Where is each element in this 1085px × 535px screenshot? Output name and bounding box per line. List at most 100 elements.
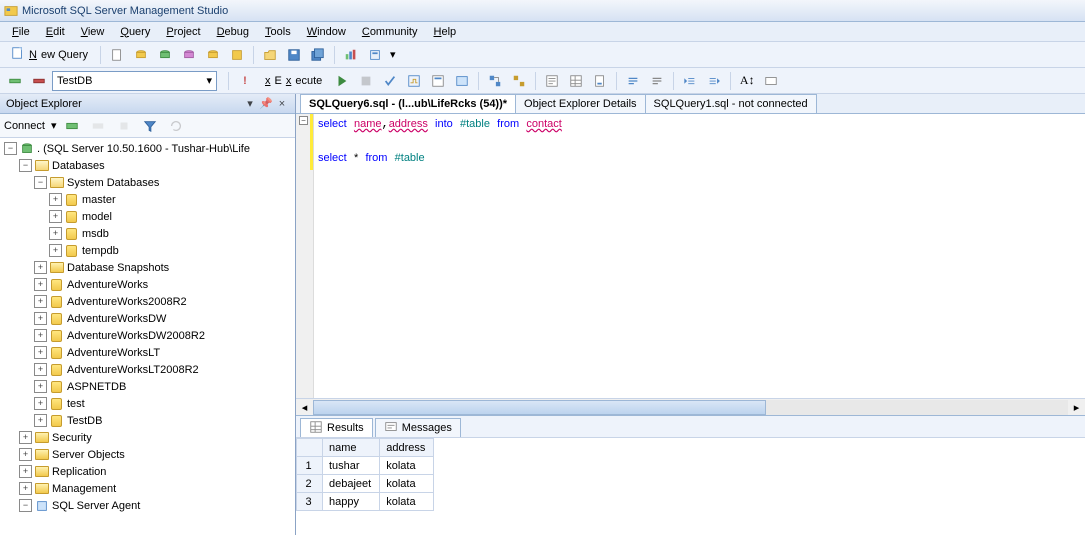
- results-tab[interactable]: Results: [300, 418, 373, 437]
- mdx-query-icon[interactable]: [178, 44, 200, 66]
- dropdown-icon[interactable]: ▾: [243, 97, 257, 111]
- sql-editor[interactable]: − select name,address into #table from c…: [296, 114, 1085, 398]
- comment-icon[interactable]: [622, 70, 644, 92]
- scroll-right-icon[interactable]: ▸: [1068, 399, 1085, 416]
- include-stats-icon[interactable]: [508, 70, 530, 92]
- template-params-icon[interactable]: [760, 70, 782, 92]
- grid-header[interactable]: name: [323, 439, 380, 457]
- pin-icon[interactable]: 📌: [259, 97, 273, 111]
- tree-sysdb[interactable]: +model: [4, 208, 295, 225]
- increase-indent-icon[interactable]: [703, 70, 725, 92]
- menu-help[interactable]: HelpHelp: [426, 24, 465, 40]
- parse-icon[interactable]: [379, 70, 401, 92]
- tree-server-root[interactable]: −. (SQL Server 10.50.1600 - Tushar-Hub\L…: [4, 140, 295, 157]
- new-file-icon[interactable]: [106, 44, 128, 66]
- open-folder-icon[interactable]: [259, 44, 281, 66]
- decrease-indent-icon[interactable]: [679, 70, 701, 92]
- grid-header[interactable]: address: [380, 439, 434, 457]
- close-icon[interactable]: ×: [275, 97, 289, 111]
- oe-stop-icon[interactable]: [113, 115, 135, 137]
- editor-hscrollbar[interactable]: ◂ ▸: [296, 398, 1085, 415]
- menu-project[interactable]: ProjectProject: [158, 24, 208, 40]
- tree-snapshots[interactable]: +Database Snapshots: [4, 259, 295, 276]
- tree-databases[interactable]: −Databases: [4, 157, 295, 174]
- dmx-query-icon[interactable]: [202, 44, 224, 66]
- tree-replication[interactable]: +Replication: [4, 463, 295, 480]
- tree-userdb[interactable]: +ASPNETDB: [4, 378, 295, 395]
- menu-file[interactable]: FFileile: [4, 24, 38, 40]
- debug-icon[interactable]: !: [234, 70, 256, 92]
- xmla-query-icon[interactable]: [226, 44, 248, 66]
- object-explorer-tree[interactable]: −. (SQL Server 10.50.1600 - Tushar-Hub\L…: [0, 138, 295, 535]
- new-query-button[interactable]: New QueryNew Query: [4, 44, 95, 66]
- menu-view[interactable]: ViewView: [73, 24, 113, 40]
- tree-userdb[interactable]: +AdventureWorks2008R2: [4, 293, 295, 310]
- oe-refresh-icon[interactable]: [165, 115, 187, 137]
- scroll-left-icon[interactable]: ◂: [296, 399, 313, 416]
- save-all-icon[interactable]: [307, 44, 329, 66]
- dropdown-arrow-icon[interactable]: ▾: [390, 48, 396, 61]
- grid-row[interactable]: 1tusharkolata: [297, 457, 434, 475]
- collapse-region-icon[interactable]: −: [299, 116, 308, 125]
- menu-community[interactable]: CommunityCommunity: [354, 24, 426, 40]
- connect-icon[interactable]: [4, 70, 26, 92]
- cell[interactable]: kolata: [380, 475, 434, 493]
- stop-icon[interactable]: [355, 70, 377, 92]
- tree-security[interactable]: +Security: [4, 429, 295, 446]
- tree-userdb[interactable]: +test: [4, 395, 295, 412]
- tree-sysdb[interactable]: +tempdb: [4, 242, 295, 259]
- results-grid-icon[interactable]: [565, 70, 587, 92]
- messages-tab[interactable]: Messages: [375, 418, 461, 437]
- tree-userdb[interactable]: +TestDB: [4, 412, 295, 429]
- tree-sysdb[interactable]: +master: [4, 191, 295, 208]
- connect-dropdown-icon[interactable]: ▾: [51, 119, 57, 132]
- menu-window[interactable]: WindowWindow: [299, 24, 354, 40]
- tab-sqlquery1[interactable]: SQLQuery1.sql - not connected: [645, 94, 817, 113]
- scroll-track[interactable]: [313, 400, 1068, 415]
- tree-agent[interactable]: −SQL Server Agent: [4, 497, 295, 514]
- play-icon[interactable]: [331, 70, 353, 92]
- include-plan-icon[interactable]: [484, 70, 506, 92]
- oe-filter-icon[interactable]: [139, 115, 161, 137]
- tree-userdb[interactable]: +AdventureWorksLT: [4, 344, 295, 361]
- analysis-query-icon[interactable]: [154, 44, 176, 66]
- connect-label[interactable]: Connect: [4, 120, 45, 132]
- oe-connect-icon[interactable]: [61, 115, 83, 137]
- execute-button[interactable]: x Execute Execute: [258, 70, 329, 92]
- results-file-icon[interactable]: [589, 70, 611, 92]
- database-combo[interactable]: TestDB ▾: [52, 71, 217, 91]
- tree-system-databases[interactable]: −System Databases: [4, 174, 295, 191]
- dbengine-query-icon[interactable]: [130, 44, 152, 66]
- specify-values-icon[interactable]: A↕: [736, 70, 758, 92]
- cell[interactable]: debajeet: [323, 475, 380, 493]
- tree-management[interactable]: +Management: [4, 480, 295, 497]
- save-icon[interactable]: [283, 44, 305, 66]
- menu-debug[interactable]: DebugDebug: [209, 24, 257, 40]
- tab-sqlquery6[interactable]: SQLQuery6.sql - (l...ub\LifeRcks (54))*: [300, 94, 516, 113]
- tree-userdb[interactable]: +AdventureWorksDW: [4, 310, 295, 327]
- intellisense-icon[interactable]: [451, 70, 473, 92]
- menu-tools[interactable]: ToolsTools: [257, 24, 299, 40]
- results-grid[interactable]: name address 1tusharkolata 2debajeetkola…: [296, 438, 1085, 535]
- tree-userdb[interactable]: +AdventureWorksLT2008R2: [4, 361, 295, 378]
- registered-servers-icon[interactable]: [364, 44, 386, 66]
- cell[interactable]: kolata: [380, 457, 434, 475]
- change-connection-icon[interactable]: [28, 70, 50, 92]
- menu-query[interactable]: QueryQuery: [112, 24, 158, 40]
- tree-userdb[interactable]: +AdventureWorksDW2008R2: [4, 327, 295, 344]
- activity-monitor-icon[interactable]: [340, 44, 362, 66]
- menu-edit[interactable]: EditEdit: [38, 24, 73, 40]
- scroll-thumb[interactable]: [313, 400, 766, 415]
- cell[interactable]: tushar: [323, 457, 380, 475]
- cell[interactable]: happy: [323, 493, 380, 511]
- oe-disconnect-icon[interactable]: [87, 115, 109, 137]
- editor-code[interactable]: select name,address into #table from con…: [314, 114, 1085, 398]
- results-text-icon[interactable]: [541, 70, 563, 92]
- tab-object-explorer-details[interactable]: Object Explorer Details: [515, 94, 646, 113]
- tree-sysdb[interactable]: +msdb: [4, 225, 295, 242]
- uncomment-icon[interactable]: [646, 70, 668, 92]
- tree-userdb[interactable]: +AdventureWorks: [4, 276, 295, 293]
- estimated-plan-icon[interactable]: [403, 70, 425, 92]
- grid-row[interactable]: 3happykolata: [297, 493, 434, 511]
- cell[interactable]: kolata: [380, 493, 434, 511]
